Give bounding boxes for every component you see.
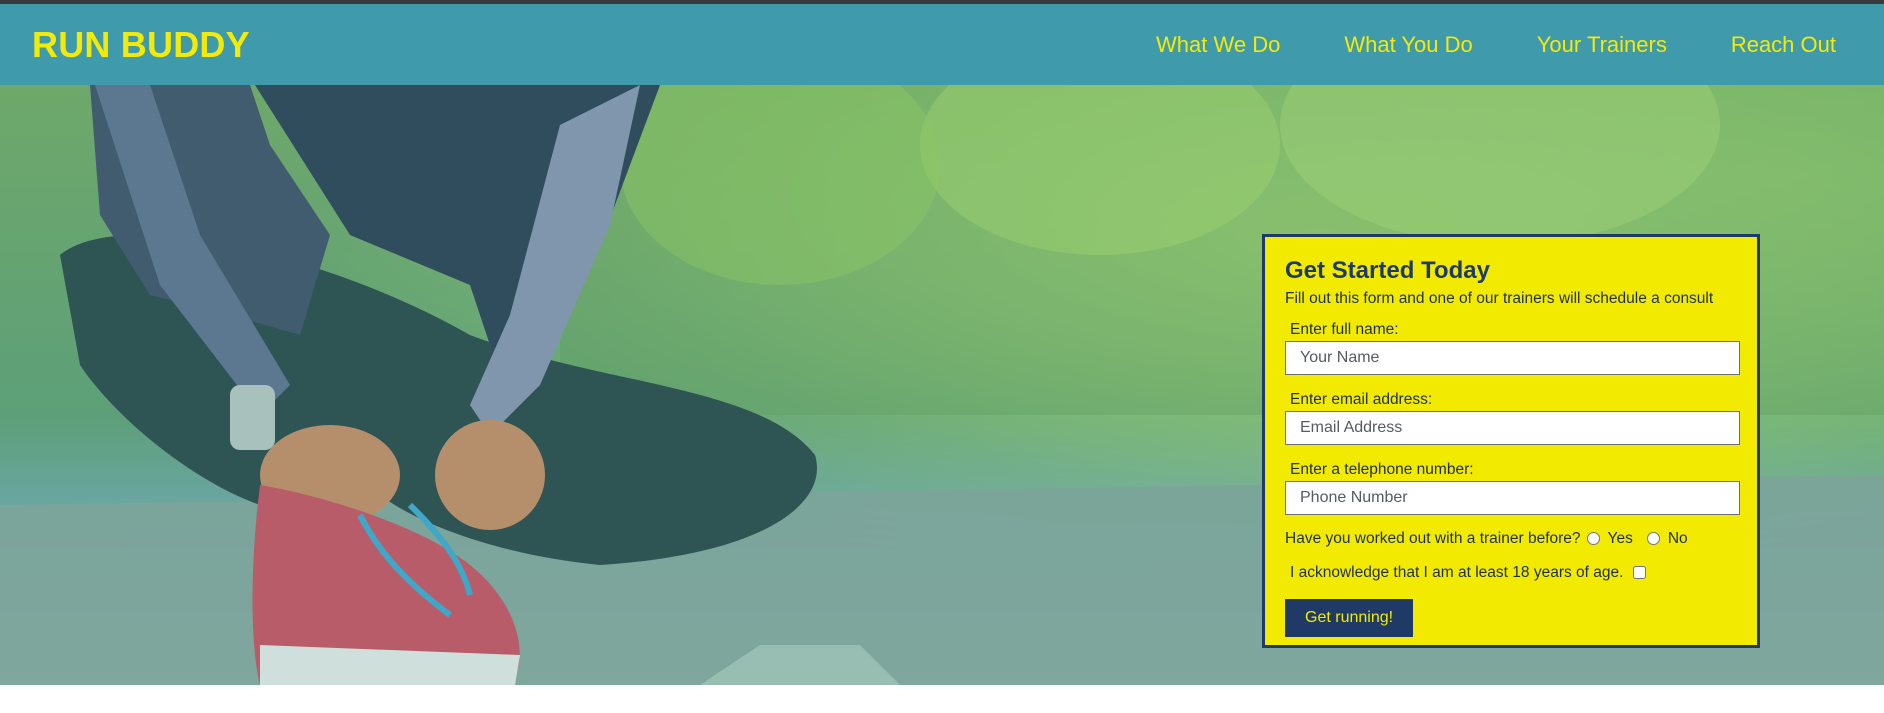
age-ack-checkbox[interactable] bbox=[1633, 566, 1647, 580]
brand-logo-text[interactable]: RUN BUDDY bbox=[32, 24, 250, 66]
age-acknowledgement-row: I acknowledge that I am at least 18 year… bbox=[1290, 564, 1737, 582]
hero-section: Get Started Today Fill out this form and… bbox=[0, 85, 1884, 685]
trainer-no-label: No bbox=[1667, 529, 1688, 547]
trainer-yes-radio[interactable] bbox=[1586, 532, 1600, 546]
trainer-no-radio[interactable] bbox=[1646, 532, 1660, 546]
nav-link-your-trainers[interactable]: Your Trainers bbox=[1537, 32, 1667, 58]
age-ack-label: I acknowledge that I am at least 18 year… bbox=[1290, 563, 1624, 581]
site-header: RUN BUDDY What We Do What You Do Your Tr… bbox=[0, 4, 1884, 85]
form-title: Get Started Today bbox=[1285, 257, 1490, 284]
form-subtitle: Fill out this form and one of our traine… bbox=[1285, 289, 1714, 307]
main-nav: What We Do What You Do Your Trainers Rea… bbox=[1156, 32, 1836, 58]
email-label: Enter email address: bbox=[1290, 390, 1433, 408]
phone-input[interactable] bbox=[1285, 480, 1740, 515]
nav-link-what-we-do[interactable]: What We Do bbox=[1156, 32, 1280, 58]
name-label: Enter full name: bbox=[1290, 320, 1399, 338]
nav-link-reach-out[interactable]: Reach Out bbox=[1731, 32, 1836, 58]
trainer-yes-label: Yes bbox=[1607, 529, 1633, 547]
trainer-question-row: Have you worked out with a trainer befor… bbox=[1285, 530, 1737, 548]
get-started-form: Get Started Today Fill out this form and… bbox=[1262, 234, 1760, 648]
name-input[interactable] bbox=[1285, 340, 1740, 375]
trainer-question: Have you worked out with a trainer befor… bbox=[1285, 529, 1581, 547]
email-input[interactable] bbox=[1285, 410, 1740, 445]
nav-link-what-you-do[interactable]: What You Do bbox=[1344, 32, 1472, 58]
phone-label: Enter a telephone number: bbox=[1290, 460, 1474, 478]
get-running-button[interactable]: Get running! bbox=[1285, 598, 1414, 637]
